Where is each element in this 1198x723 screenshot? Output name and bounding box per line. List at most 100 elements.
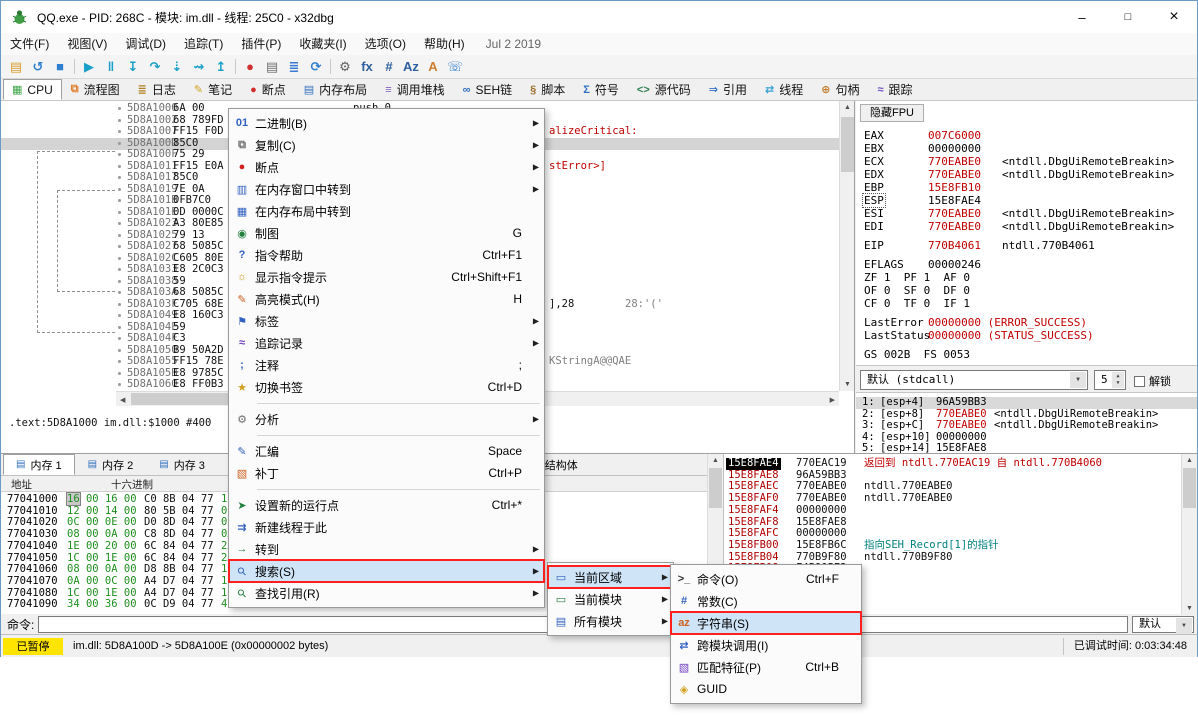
tab-handles[interactable]: ⊕句柄	[812, 79, 868, 100]
comment-menu-item[interactable]: ;注释;	[229, 354, 544, 376]
graph-menu-item[interactable]: ◉制图G	[229, 222, 544, 244]
hide-fpu-button[interactable]: 隐藏FPU	[860, 104, 924, 122]
all-modules-menu-item[interactable]: ▤所有模块▶	[548, 610, 673, 632]
register-row[interactable]: ZF 1 PF 1 AF 0	[856, 271, 1197, 284]
log-icon[interactable]: ▤	[261, 57, 283, 77]
command-script-dropdown[interactable]: 默认 ▼	[1132, 616, 1194, 633]
tab-source[interactable]: <>源代码	[628, 79, 700, 100]
tab-threads[interactable]: ⇄线程	[756, 79, 812, 100]
restart-icon[interactable]: ↺	[27, 57, 49, 77]
register-row[interactable]: EAX007C6000	[856, 129, 1197, 142]
command-menu-item[interactable]: >_命令(O)Ctrl+F	[671, 568, 861, 590]
run-to-return-icon[interactable]: ↥	[210, 57, 232, 77]
stack-row[interactable]: 15E8FB04770B9F80ntdll.770B9F80	[724, 552, 1197, 564]
maximize-button[interactable]: □	[1105, 1, 1151, 33]
phone-icon[interactable]: ☏	[444, 57, 466, 77]
string-menu-item[interactable]: az字符串(S)	[671, 612, 861, 634]
menubar-item[interactable]: 文件(F)	[1, 33, 58, 55]
calling-convention-dropdown[interactable]: 默认 (stdcall) ▼	[860, 370, 1088, 390]
register-row[interactable]: CF 0 TF 0 IF 1	[856, 297, 1197, 310]
tab-breakpoints[interactable]: ●断点	[241, 79, 295, 100]
spinner-arrows-icon[interactable]: ▲▼	[1112, 372, 1124, 388]
intermodular-calls-menu-item[interactable]: ⇄跨模块调用(I)	[671, 634, 861, 656]
stack-row[interactable]: 15E8FAE4770EAC19返回到 ntdll.770EAC19 自 ntd…	[724, 458, 1197, 470]
unlock-checkbox[interactable]: 解锁	[1134, 373, 1171, 389]
scroll-up-icon[interactable]: ▲	[844, 104, 851, 111]
menubar-item[interactable]: 收藏夹(I)	[290, 33, 355, 55]
tab-log[interactable]: ≣日志	[129, 79, 185, 100]
tab-memory-map[interactable]: ▤内存布局	[295, 79, 376, 100]
register-row[interactable]: EDX770EABE0<ntdll.DbgUiRemoteBreakin>	[856, 168, 1197, 181]
register-row[interactable]: EDI770EABE0<ntdll.DbgUiRemoteBreakin>	[856, 220, 1197, 233]
trace-into-icon[interactable]: ⇣	[166, 57, 188, 77]
new-origin-menu-item[interactable]: ➤设置新的运行点Ctrl+*	[229, 494, 544, 516]
register-row[interactable]: ECX770EABE0<ntdll.DbgUiRemoteBreakin>	[856, 155, 1197, 168]
register-row[interactable]: EBX00000000	[856, 142, 1197, 155]
stack-row[interactable]: 15E8FB0015E8FB6C指向SEH_Record[1]的指针	[724, 540, 1197, 552]
help-menu-item[interactable]: ?指令帮助Ctrl+F1	[229, 244, 544, 266]
patch-menu-item[interactable]: ▧补丁Ctrl+P	[229, 462, 544, 484]
highlight-menu-item[interactable]: ✎高亮模式(H)H	[229, 288, 544, 310]
update-icon[interactable]: ⟳	[305, 57, 327, 77]
checkbox-icon[interactable]	[1134, 376, 1145, 387]
menubar-item[interactable]: 帮助(H)	[415, 33, 474, 55]
register-row[interactable]: GS 002B FS 0053	[856, 348, 1197, 361]
close-button[interactable]: ×	[1151, 1, 1197, 33]
label-menu-item[interactable]: ⚑标签▶	[229, 310, 544, 332]
minimize-button[interactable]: –	[1059, 1, 1105, 33]
bottom-tab[interactable]: ▤内存 1	[3, 454, 75, 475]
bottom-tab[interactable]: ▤内存 3	[146, 454, 218, 475]
tab-script[interactable]: §脚本	[521, 79, 574, 100]
run-icon[interactable]: ▶	[78, 57, 100, 77]
hash-icon[interactable]: #	[378, 57, 400, 77]
current-region-menu-item[interactable]: ▭当前区域▶	[548, 566, 673, 588]
registers-pane[interactable]: 隐藏FPU EAX007C6000EBX00000000ECX770EABE0<…	[856, 101, 1197, 453]
scroll-up-icon[interactable]: ▲	[712, 457, 719, 464]
scrollbar-thumb[interactable]	[131, 393, 241, 405]
argument-row[interactable]: 5:[esp+14]15E8FAE8	[856, 443, 1197, 453]
tab-notes[interactable]: ✎笔记	[185, 79, 241, 100]
tab-call-stack[interactable]: ≡调用堆栈	[376, 79, 453, 100]
trace-record-menu-item[interactable]: ≈追踪记录▶	[229, 332, 544, 354]
stack-row[interactable]: 15E8FAF0770EABE0ntdll.770EABE0	[724, 493, 1197, 505]
scrollbar-thumb[interactable]	[709, 468, 722, 508]
argument-count-spinner[interactable]: 5 ▲▼	[1094, 370, 1126, 390]
scrollbar-thumb[interactable]	[1183, 468, 1196, 508]
menubar-item[interactable]: 调试(D)	[116, 33, 175, 55]
copy-menu-item[interactable]: ⧉复制(C)▶	[229, 134, 544, 156]
guid-menu-item[interactable]: ◈GUID	[671, 678, 861, 700]
register-row[interactable]: LastError00000000 (ERROR_SUCCESS)	[856, 316, 1197, 329]
assemble-menu-item[interactable]: ✎汇编Space	[229, 440, 544, 462]
pause-icon[interactable]: ‖	[100, 57, 122, 77]
disasm-vertical-scrollbar[interactable]: ▲ ▼	[839, 101, 855, 391]
bookmark-menu-item[interactable]: ★切换书签Ctrl+D	[229, 376, 544, 398]
bottom-tab[interactable]: ▤内存 2	[75, 454, 147, 475]
binary-menu-item[interactable]: 01二进制(B)▶	[229, 112, 544, 134]
menubar-item[interactable]: 视图(V)	[58, 33, 116, 55]
current-module-menu-item[interactable]: ▭当前模块▶	[548, 588, 673, 610]
constant-menu-item[interactable]: #常数(C)	[671, 590, 861, 612]
step-into-icon[interactable]: ↧	[122, 57, 144, 77]
register-row[interactable]: ESI770EABE0<ntdll.DbgUiRemoteBreakin>	[856, 207, 1197, 220]
scroll-left-icon[interactable]: ◀	[120, 396, 125, 404]
tab-symbols[interactable]: Σ符号	[574, 79, 628, 100]
pattern-menu-item[interactable]: ▧匹配特征(P)Ctrl+B	[671, 656, 861, 678]
az-icon[interactable]: Az	[400, 57, 422, 77]
tab-trace[interactable]: ≈跟踪	[869, 79, 922, 100]
stop-icon[interactable]: ■	[49, 57, 71, 77]
menubar-item[interactable]: 插件(P)	[232, 33, 290, 55]
trace-over-icon[interactable]: ⇝	[188, 57, 210, 77]
goto-menu-item[interactable]: →转到▶	[229, 538, 544, 560]
scroll-up-icon[interactable]: ▲	[1186, 457, 1193, 464]
follow-in-memmap-menu-item[interactable]: ▦在内存布局中转到	[229, 200, 544, 222]
find-references-menu-item[interactable]: ⚲查找引用(R)▶	[229, 582, 544, 604]
stack-vertical-scrollbar[interactable]: ▲ ▼	[1181, 454, 1197, 615]
menubar-item[interactable]: 选项(O)	[356, 33, 415, 55]
tab-graph[interactable]: ⧉流程图	[62, 79, 129, 100]
stack-row[interactable]: 15E8FAF815E8FAE8	[724, 517, 1197, 529]
stack-row[interactable]: 15E8FAE896A59BB3	[724, 470, 1197, 482]
tab-references[interactable]: ⇒引用	[700, 79, 756, 100]
step-over-icon[interactable]: ↷	[144, 57, 166, 77]
stack-row[interactable]: 15E8FAEC770EABE0ntdll.770EABE0	[724, 481, 1197, 493]
scroll-down-icon[interactable]: ▼	[844, 381, 851, 388]
